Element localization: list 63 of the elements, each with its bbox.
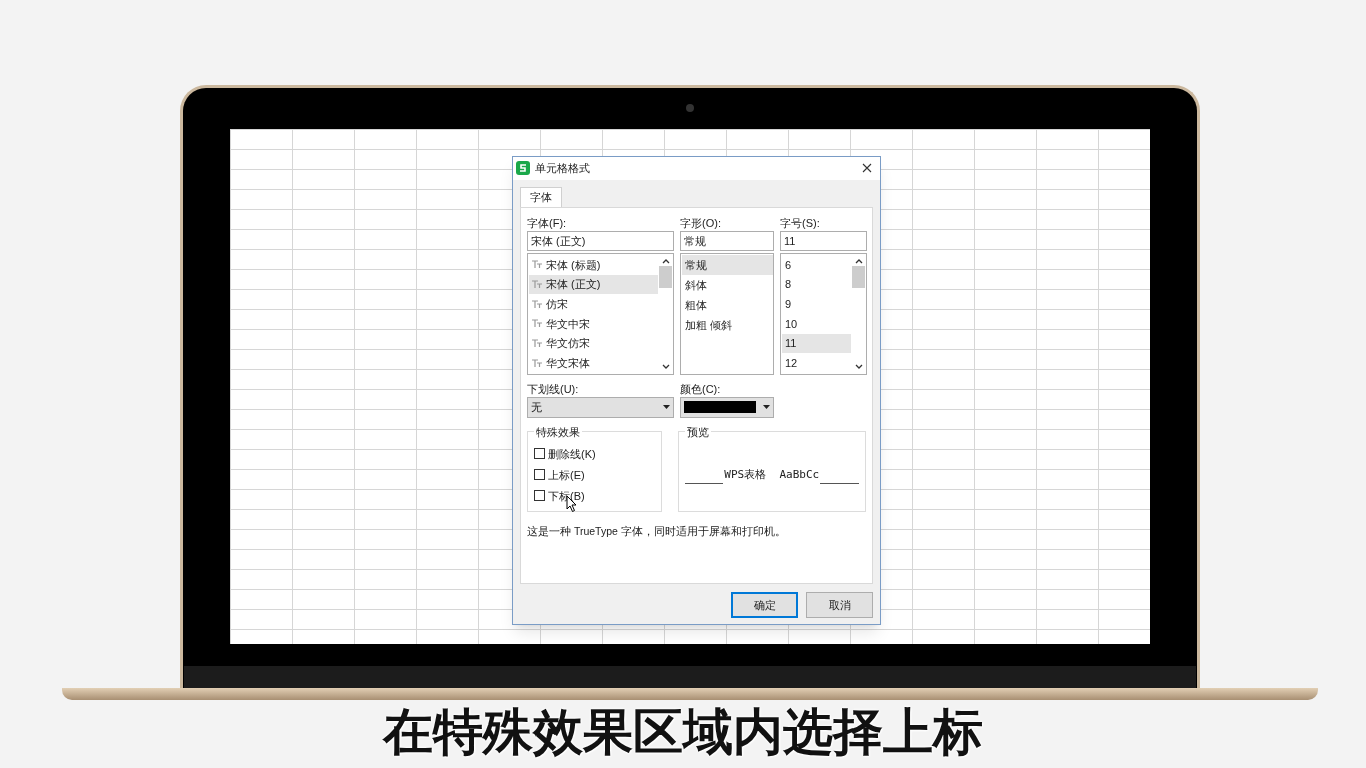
input-field[interactable]: 常规: [680, 231, 774, 251]
list-item[interactable]: 粗体: [682, 295, 773, 315]
field-label: 字号(S):: [780, 216, 821, 231]
close-icon: [862, 163, 872, 174]
font-type-icon: [532, 339, 542, 348]
scroll-thumb[interactable]: [659, 266, 672, 288]
list-item[interactable]: 华文宋体: [529, 353, 658, 373]
caret-icon: [763, 405, 770, 410]
checkbox-label[interactable]: 上标(E): [548, 466, 585, 484]
window-title: 单元格格式: [535, 161, 591, 177]
color-swatch: [684, 401, 756, 414]
scroll-up-icon: [661, 258, 670, 264]
scroll-thumb[interactable]: [852, 266, 865, 288]
font-name: 宋体 (正文): [546, 277, 601, 293]
field-label: 字形(O):: [680, 216, 722, 231]
font-name: 宋体 (标题): [546, 257, 601, 273]
dialog-button[interactable]: 取消: [806, 592, 873, 618]
preview-sample: WPS表格 AaBbCc: [723, 467, 821, 484]
checkbox[interactable]: [534, 448, 545, 460]
field-label: 下划线(U):: [527, 382, 580, 397]
checkbox[interactable]: [534, 490, 545, 502]
font-name: 华文仿宋: [546, 336, 590, 352]
list-item[interactable]: 8: [782, 274, 851, 295]
field-label: 颜色(C):: [680, 382, 722, 397]
font-name: 华文中宋: [546, 316, 590, 332]
font-type-icon: [532, 280, 542, 289]
list-item[interactable]: 加粗 倾斜: [682, 315, 773, 335]
list-item[interactable]: 6: [782, 255, 851, 275]
font-name: 仿宋: [546, 296, 568, 312]
font-type-icon: [532, 260, 542, 270]
font-type-icon: [532, 319, 542, 329]
subtitle-caption: 在特殊效果区域内选择上标: [383, 703, 983, 762]
list-item[interactable]: 常规: [682, 255, 773, 275]
list-item[interactable]: 仿宋: [529, 294, 658, 314]
caret-icon: [663, 405, 670, 410]
font-type-icon: [532, 358, 542, 368]
list-item[interactable]: 华文中宋: [529, 314, 658, 334]
list-item[interactable]: 12: [782, 353, 851, 373]
list-item[interactable]: 宋体 (正文): [529, 274, 658, 295]
list-item[interactable]: 11: [782, 333, 851, 354]
checkbox[interactable]: [534, 469, 545, 481]
scroll-up-icon: [854, 258, 863, 264]
list-item[interactable]: 9: [782, 294, 851, 314]
dropdown-value: 无: [531, 400, 542, 416]
group-legend: 预览: [684, 424, 711, 441]
list-item[interactable]: 斜体: [682, 275, 773, 295]
scroll-down-icon: [854, 364, 863, 370]
input-field[interactable]: 11: [780, 231, 867, 251]
font-description: 这是一种 TrueType 字体，同时适用于屏幕和打印机。: [527, 524, 787, 539]
font-type-icon: [532, 299, 542, 309]
input-field[interactable]: 宋体 (正文): [527, 231, 674, 251]
group-legend: 特殊效果: [534, 424, 582, 441]
list-item[interactable]: 华文仿宋: [529, 333, 658, 354]
list-item[interactable]: 10: [782, 314, 851, 334]
scroll-down-icon: [661, 364, 670, 370]
underline-dropdown[interactable]: 无: [527, 397, 674, 418]
color-dropdown[interactable]: [680, 397, 774, 418]
font-name: 华文宋体: [546, 355, 590, 371]
list-item[interactable]: 宋体 (标题): [529, 255, 658, 275]
tab[interactable]: 字体: [520, 187, 562, 207]
dialog-button[interactable]: 确定: [731, 592, 798, 618]
checkbox-label[interactable]: 删除线(K): [548, 445, 596, 463]
field-label: 字体(F):: [527, 216, 568, 231]
